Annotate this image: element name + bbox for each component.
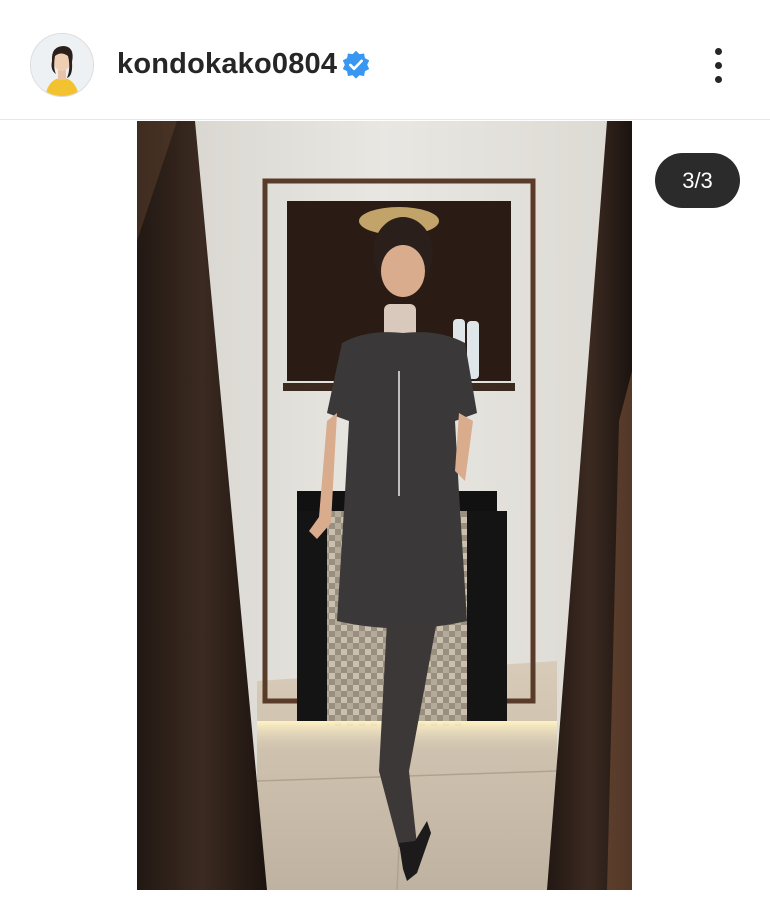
verified-badge-icon: [342, 50, 370, 79]
post-photo[interactable]: [137, 121, 632, 890]
more-options-icon[interactable]: [700, 44, 736, 88]
profile-avatar[interactable]: [30, 33, 94, 97]
post-header: kondokako0804: [0, 0, 770, 120]
header-divider: [0, 119, 770, 120]
username[interactable]: kondokako0804: [117, 44, 337, 84]
image-counter: 3/3: [655, 153, 740, 208]
